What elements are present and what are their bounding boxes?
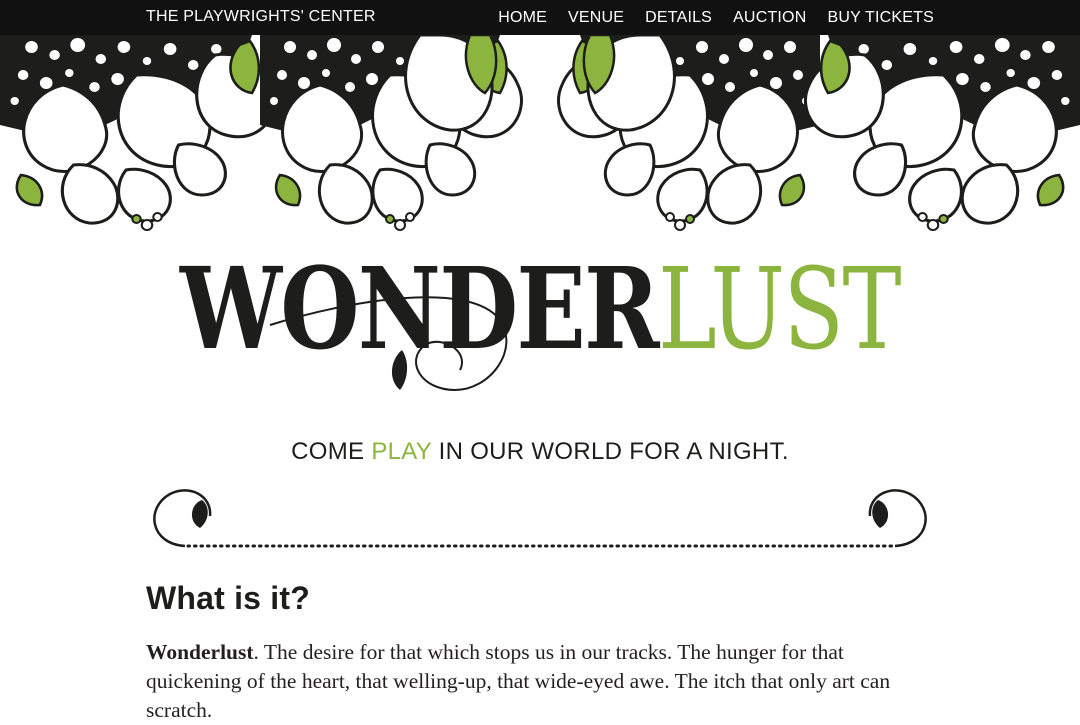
nav-link-buy-tickets[interactable]: BUY TICKETS — [827, 1, 934, 34]
floral-border-illustration — [0, 35, 1080, 232]
logo-wonder-text: WONDER — [179, 244, 660, 375]
logo-lust-text: LUST — [658, 245, 901, 375]
intro-paragraph: Wonderlust. The desire for that which st… — [146, 638, 916, 725]
site-brand-link[interactable]: THE PLAYWRIGHTS' CENTER — [146, 0, 376, 35]
nav-link-details[interactable]: DETAILS — [645, 1, 712, 34]
nav-link-home[interactable]: HOME — [498, 1, 547, 34]
wonderlust-logo: WONDER LUST — [179, 244, 903, 392]
nav-link-auction[interactable]: AUCTION — [733, 1, 806, 34]
paragraph-body: . The desire for that which stops us in … — [146, 640, 891, 722]
nav-links: HOME VENUE DETAILS AUCTION BUY TICKETS — [498, 0, 934, 35]
nav-link-venue[interactable]: VENUE — [568, 1, 624, 34]
section-heading-what-is-it: What is it? — [146, 580, 310, 616]
tagline: COME PLAY IN OUR WORLD FOR A NIGHT. — [0, 438, 1080, 466]
divider-left-teardrop-icon — [191, 500, 208, 528]
divider-right-teardrop-icon — [872, 500, 889, 528]
top-nav-bar: THE PLAYWRIGHTS' CENTER HOME VENUE DETAI… — [0, 0, 1080, 35]
paragraph-lead-word: Wonderlust — [146, 640, 254, 664]
tagline-before: COME — [291, 438, 372, 465]
tagline-accent-play: PLAY — [371, 438, 432, 465]
tagline-after: IN OUR WORLD FOR A NIGHT. — [431, 438, 789, 465]
ornamental-swirl-divider — [153, 489, 927, 548]
